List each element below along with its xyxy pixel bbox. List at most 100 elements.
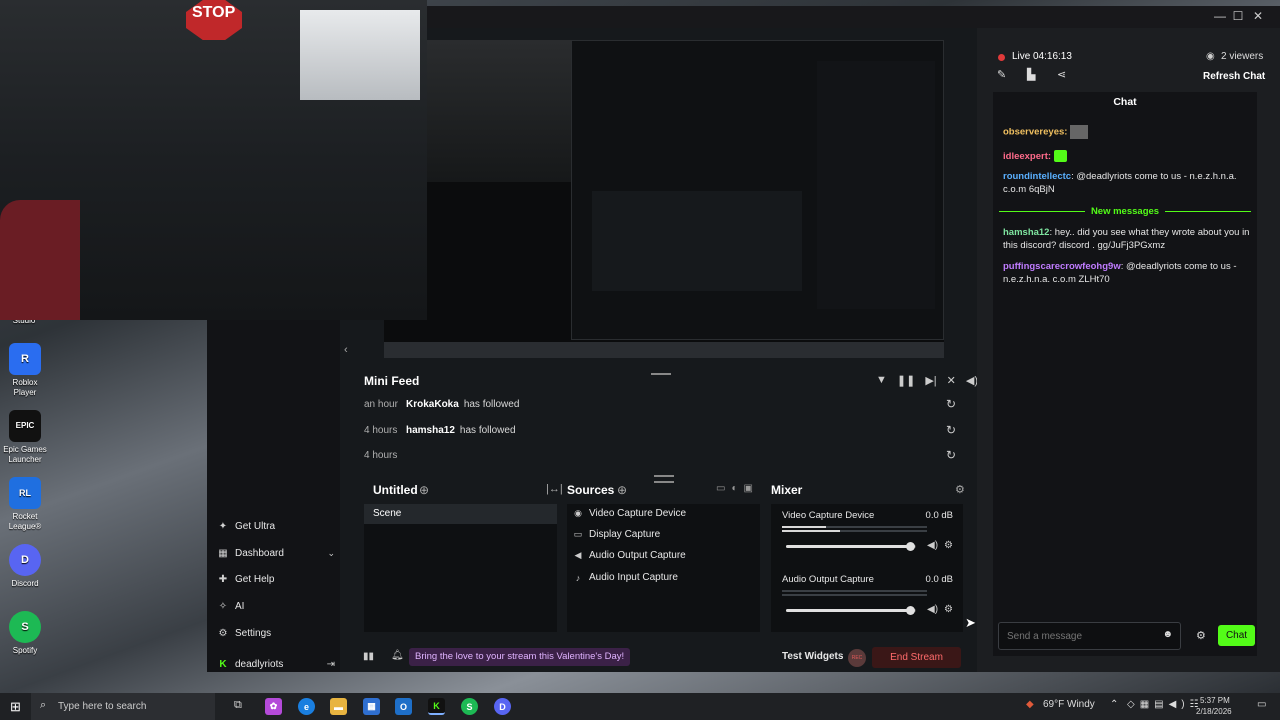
chat-input[interactable]: [1007, 628, 1157, 644]
nav-item-label: Get Help: [235, 573, 275, 585]
spotify-taskbar-icon[interactable]: S: [461, 698, 478, 715]
speaker-icon[interactable]: ◀): [927, 604, 938, 615]
nav-item-get-ultra[interactable]: ✦ Get Ultra: [217, 515, 335, 537]
edge-icon[interactable]: e: [298, 698, 315, 715]
mute-alerts-icon[interactable]: ✕: [947, 374, 956, 387]
search-placeholder: Type here to search: [58, 701, 147, 712]
end-stream-button[interactable]: End Stream: [872, 647, 961, 668]
volume-slider[interactable]: [786, 542, 916, 551]
emoji-icon[interactable]: ☻: [1162, 629, 1173, 640]
notifications-icon[interactable]: ▭: [1257, 699, 1266, 710]
resize-handle[interactable]: [654, 481, 674, 483]
minimize-button[interactable]: —: [1211, 9, 1229, 25]
discord-taskbar-icon[interactable]: D: [494, 698, 511, 715]
skip-icon[interactable]: ▶|: [925, 374, 936, 387]
viewer-count: 2 viewers: [1221, 51, 1264, 62]
source-item[interactable]: ◉ Video Capture Device: [573, 508, 686, 519]
transition-icon[interactable]: |↔|: [546, 483, 563, 495]
volume-slider[interactable]: [786, 606, 916, 615]
new-messages-divider: New messages: [999, 205, 1251, 218]
clip-icon[interactable]: ▙: [1027, 68, 1035, 81]
copilot-icon[interactable]: ✿: [265, 698, 282, 715]
source-tools-icons[interactable]: ▭◐▣: [716, 483, 759, 494]
tray-chevron-icon[interactable]: ⌃: [1110, 699, 1118, 710]
resize-handle[interactable]: [651, 373, 671, 375]
pause-icon[interactable]: ❚❚: [897, 374, 915, 387]
level-meter: [782, 590, 927, 592]
weather-icon: ◆: [1026, 699, 1034, 710]
scene-item[interactable]: Scene: [364, 504, 557, 524]
mini-feed-title: Mini Feed: [364, 374, 420, 388]
sources-list: ◉ Video Capture Device ▭ Display Capture…: [567, 504, 760, 632]
outlook-icon[interactable]: O: [395, 698, 412, 715]
taskbar: ⊞ ⌕ Type here to search ⧉ ✿ e ▬ ▦ O K S …: [0, 693, 1280, 720]
rec-button[interactable]: REC: [848, 649, 866, 667]
desktop-icon-epic-games[interactable]: EPIC Epic Games Launcher: [1, 410, 49, 465]
close-button[interactable]: ✕: [1249, 9, 1267, 25]
refresh-chat-button[interactable]: Refresh Chat: [1203, 71, 1265, 82]
desktop-icon-discord[interactable]: D Discord: [1, 544, 49, 589]
source-item[interactable]: ◀ Audio Output Capture: [573, 550, 686, 561]
file-explorer-icon[interactable]: ▬: [330, 698, 347, 715]
tray-icons[interactable]: ◇▦▤◀)☷: [1127, 699, 1204, 710]
desktop-icon-rocket-league[interactable]: RL Rocket League®: [1, 477, 49, 532]
level-meter: [782, 594, 927, 596]
chat-message: observereyes:: [1003, 125, 1255, 139]
chat-send-button[interactable]: Chat: [1218, 625, 1255, 646]
monitor-icon: ▭: [573, 529, 583, 539]
nav-item-dashboard[interactable]: ▦ Dashboard ⌄: [217, 542, 335, 564]
kick-logo-icon: K: [219, 658, 227, 670]
logout-icon[interactable]: ⇥: [327, 659, 335, 670]
nav-item-settings[interactable]: ⚙ Settings: [217, 622, 335, 644]
stats-icon[interactable]: ▮▮: [363, 651, 374, 662]
nav-item-get-help[interactable]: ✚ Get Help: [217, 568, 335, 590]
filter-icon[interactable]: ▼: [876, 374, 887, 387]
test-widgets-button[interactable]: Test Widgets: [782, 651, 843, 662]
feed-user[interactable]: hamsha12: [406, 425, 455, 436]
chevron-down-icon[interactable]: ⌄: [327, 548, 335, 559]
chat-username[interactable]: puffingscarecrowfeohg9w: [1003, 261, 1121, 272]
replay-icon[interactable]: ↻: [946, 448, 956, 462]
gear-icon[interactable]: ⚙: [944, 540, 953, 551]
scenes-title[interactable]: Untitled: [373, 483, 418, 497]
desktop-icon-spotify[interactable]: S Spotify: [1, 611, 49, 656]
task-view-icon[interactable]: ⧉: [234, 699, 242, 712]
chat-username[interactable]: hamsha12: [1003, 227, 1049, 238]
live-indicator-icon: [998, 54, 1005, 61]
chat-username[interactable]: idleexpert:: [1003, 151, 1051, 162]
chat-message: roundintellectc: @deadlyriots come to us…: [1003, 170, 1255, 196]
maximize-button[interactable]: ☐: [1229, 9, 1247, 25]
chat-settings-icon[interactable]: ⚙: [1196, 629, 1206, 642]
resize-handle[interactable]: [654, 475, 674, 477]
mixer-settings-icon[interactable]: ⚙: [955, 483, 965, 496]
taskbar-search[interactable]: ⌕ Type here to search: [31, 693, 215, 720]
replay-icon[interactable]: ↻: [946, 423, 956, 437]
clock-time[interactable]: 5:37 PM: [1200, 696, 1230, 705]
share-icon[interactable]: ⋖: [1057, 68, 1066, 81]
nav-item-user[interactable]: K deadlyriots ⇥: [217, 653, 335, 675]
promo-banner[interactable]: Bring the love to your stream this Valen…: [409, 648, 631, 666]
chat-username[interactable]: observereyes:: [1003, 127, 1067, 138]
source-item[interactable]: ▭ Display Capture: [573, 529, 660, 540]
weather-text[interactable]: 69°F Windy: [1043, 699, 1095, 710]
feed-user[interactable]: KrokaKoka: [406, 399, 459, 410]
edit-icon[interactable]: ✎: [997, 68, 1006, 81]
speaker-icon[interactable]: ◀): [927, 540, 938, 551]
gear-icon[interactable]: ⚙: [944, 604, 953, 615]
source-item[interactable]: ♪ Audio Input Capture: [573, 572, 678, 583]
add-source-icon[interactable]: ⊕: [617, 483, 627, 497]
stream-preview[interactable]: [384, 40, 944, 358]
nav-item-ai[interactable]: ✧ AI: [217, 595, 335, 617]
clock-date[interactable]: 2/18/2026: [1196, 707, 1232, 716]
bell-icon[interactable]: 🔔︎: [391, 650, 404, 661]
desktop-icon-roblox[interactable]: R Roblox Player: [1, 343, 49, 398]
collapse-left-icon[interactable]: ‹: [344, 344, 348, 356]
chat-username[interactable]: roundintellectc: [1003, 171, 1071, 182]
add-scene-icon[interactable]: ⊕: [419, 483, 429, 497]
store-icon[interactable]: ▦: [363, 698, 380, 715]
source-label: Display Capture: [589, 529, 661, 540]
kick-studio-icon[interactable]: K: [428, 698, 445, 715]
stream-duration: 04:16:13: [1033, 51, 1072, 62]
replay-icon[interactable]: ↻: [946, 397, 956, 411]
windows-start-icon[interactable]: ⊞: [10, 699, 21, 715]
